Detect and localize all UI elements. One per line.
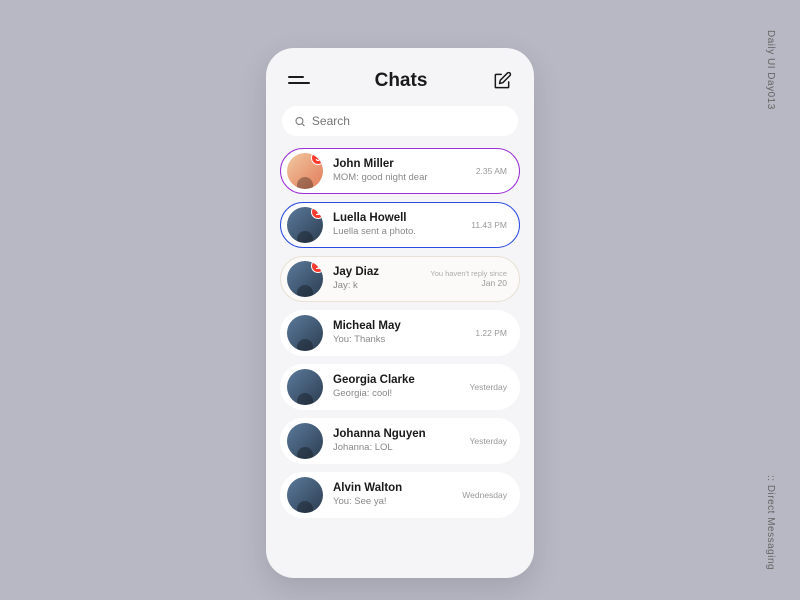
search-input[interactable] <box>312 114 506 128</box>
avatar <box>287 423 323 459</box>
chat-item[interactable]: Micheal MayYou: Thanks 1.22 PM <box>280 310 520 356</box>
chat-item[interactable]: 1Jay DiazJay: kYou haven't reply sinceJa… <box>280 256 520 302</box>
chat-timestamp: 1.22 PM <box>475 328 507 338</box>
chat-name: Jay Diaz <box>333 266 424 280</box>
compose-icon[interactable] <box>492 71 512 91</box>
chat-info: Johanna NguyenJohanna: LOL <box>333 428 464 454</box>
chat-info: Jay DiazJay: k <box>333 266 424 292</box>
chat-item[interactable]: Georgia ClarkeGeorgia: cool! Yesterday <box>280 364 520 410</box>
chat-name: Luella Howell <box>333 212 465 226</box>
chat-preview: Johanna: LOL <box>333 442 464 454</box>
chat-info: Alvin WaltonYou: See ya! <box>333 482 456 508</box>
chat-item[interactable]: Johanna NguyenJohanna: LOL Yesterday <box>280 418 520 464</box>
chat-name: Georgia Clarke <box>333 374 464 388</box>
search-icon <box>294 115 306 128</box>
chat-name: Alvin Walton <box>333 482 456 496</box>
chat-name: Micheal May <box>333 320 469 334</box>
chat-item[interactable]: Alvin WaltonYou: See ya! Wednesday <box>280 472 520 518</box>
chat-preview: You: Thanks <box>333 334 469 346</box>
chat-hint: You haven't reply since <box>430 269 507 278</box>
chat-timestamp: 2.35 AM <box>476 166 507 176</box>
chat-timestamp: Yesterday <box>470 382 508 392</box>
chat-name: John Miller <box>333 158 470 172</box>
chat-item[interactable]: 1 Luella HowellLuella sent a photo. 11.43 … <box>280 202 520 248</box>
chat-timestamp: Wednesday <box>462 490 507 500</box>
page-title: Chats <box>375 70 428 92</box>
phone-frame: Chats 3 John MillerMOM: good night dear 2.… <box>266 48 534 578</box>
avatar <box>287 369 323 405</box>
chat-list: 3 John MillerMOM: good night dear 2.35 AM 1… <box>280 148 520 518</box>
unread-badge: 1 <box>311 261 323 273</box>
chat-preview: Georgia: cool! <box>333 388 464 400</box>
chat-timestamp: 11.43 PM <box>471 220 507 230</box>
chat-info: Luella HowellLuella sent a photo. <box>333 212 465 238</box>
unread-badge: 1 <box>311 207 323 219</box>
search-bar[interactable] <box>282 106 518 136</box>
chat-info: John MillerMOM: good night dear <box>333 158 470 184</box>
avatar: 1 <box>287 207 323 243</box>
chat-item[interactable]: 3 John MillerMOM: good night dear 2.35 AM <box>280 148 520 194</box>
chat-timestamp: Yesterday <box>470 436 508 446</box>
avatar: 3 <box>287 153 323 189</box>
avatar: 1 <box>287 261 323 297</box>
chat-preview: You: See ya! <box>333 496 456 508</box>
unread-badge: 3 <box>311 153 323 165</box>
chat-info: Micheal MayYou: Thanks <box>333 320 469 346</box>
chat-preview: MOM: good night dear <box>333 172 470 184</box>
side-label-bottom: :: Direct Messaging <box>765 475 776 570</box>
chat-info: Georgia ClarkeGeorgia: cool! <box>333 374 464 400</box>
chat-name: Johanna Nguyen <box>333 428 464 442</box>
menu-icon[interactable] <box>288 74 310 88</box>
chat-preview: Luella sent a photo. <box>333 226 465 238</box>
chat-preview: Jay: k <box>333 280 424 292</box>
side-label-top: Daily UI Day013 <box>765 30 776 110</box>
header: Chats <box>280 70 520 106</box>
avatar <box>287 315 323 351</box>
chat-timestamp: You haven't reply sinceJan 20 <box>430 269 507 288</box>
avatar <box>287 477 323 513</box>
